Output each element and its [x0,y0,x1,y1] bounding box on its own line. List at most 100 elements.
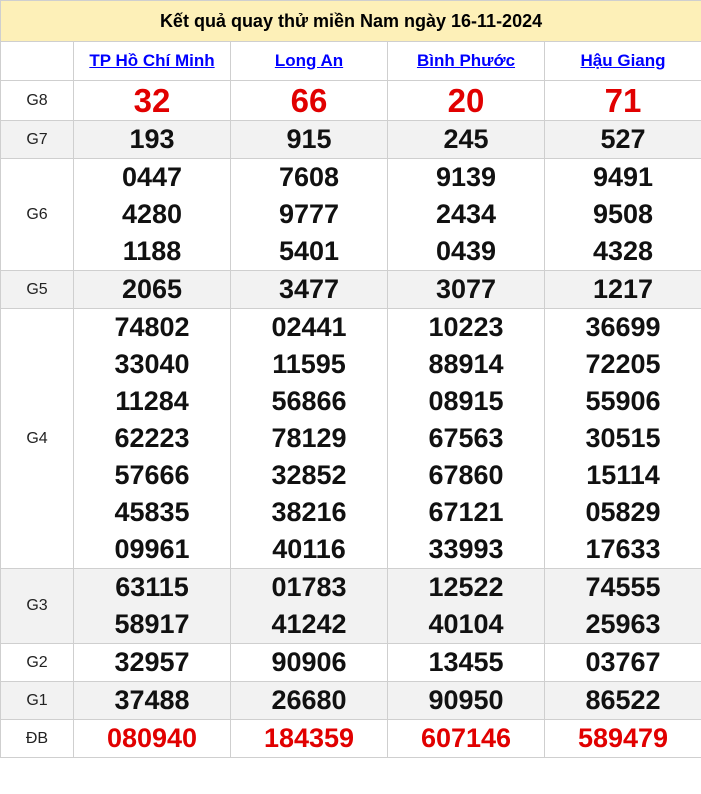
prize-cell: 607146 [387,719,545,758]
prize-number: 7608 [278,162,340,192]
prize-number: 17633 [585,534,661,564]
prize-label: G5 [0,270,74,309]
prize-cell: 32 [73,80,231,121]
prize-row-4: G4 74802 33040 11284 62223 57666 45835 09961 024… [0,308,701,569]
prize-label: G2 [0,643,74,682]
prize-cell: 02441 11595 56866 78129 32852 38216 40116 [230,308,388,569]
title-row: Kết quả quay thử miền Nam ngày 16-11-202… [0,0,701,42]
prize-row-0: G8 32 66 20 71 [0,80,701,121]
prize-label: G3 [0,568,74,644]
lottery-results-table: Kết quả quay thử miền Nam ngày 16-11-202… [0,0,701,758]
prize-label: G6 [0,158,74,271]
prize-cell: 2065 [73,270,231,309]
prize-number: 9777 [278,199,340,229]
prize-number: 03767 [585,647,661,677]
prize-cell: 0447 4280 1188 [73,158,231,271]
prize-number: 74802 [114,312,190,342]
prize-cell: 36699 72205 55906 30515 15114 05829 17633 [543,308,701,569]
prize-label: G8 [0,80,74,121]
prize-cell: 37488 [73,681,231,720]
province-header: Hậu Giang [543,41,701,81]
province-header: Bình Phước [387,41,545,81]
prize-number: 10223 [428,312,504,342]
prize-number: 1188 [122,236,182,266]
prize-number: 0447 [121,162,183,192]
prize-cell: 90950 [387,681,545,720]
prize-label: G1 [0,681,74,720]
prize-number: 0439 [435,236,497,266]
province-link-binh-phuoc[interactable]: Bình Phước [417,51,515,70]
prize-number: 55906 [585,386,661,416]
prize-row-3: G5 2065 3477 3077 1217 [0,270,701,309]
prize-cell: 66 [230,80,388,121]
province-link-tp-ho-chi-minh[interactable]: TP Hồ Chí Minh [89,51,214,70]
page-title: Kết quả quay thử miền Nam ngày 16-11-202… [0,0,701,42]
province-header: Long An [230,41,388,81]
prize-number: 915 [286,124,332,154]
prize-number: 9508 [592,199,654,229]
prize-number: 86522 [585,685,661,715]
prize-row-7: G1 37488 26680 90950 86522 [0,681,701,720]
prize-cell: 3077 [387,270,545,309]
prize-number: 25963 [585,609,661,639]
prize-number: 38216 [271,497,347,527]
corner-cell [0,41,74,81]
prize-row-2: G6 0447 4280 1188 7608 9777 5401 9139 2434 0439 94… [0,158,701,271]
prize-number: 589479 [577,723,669,753]
prize-number: 63115 [115,572,189,602]
province-header: TP Hồ Chí Minh [73,41,231,81]
prize-number: 15114 [586,460,660,490]
prize-cell: 3477 [230,270,388,309]
prize-cell: 32957 [73,643,231,682]
prize-number: 67860 [428,460,504,490]
prize-number: 11595 [272,349,346,379]
prize-row-8: ĐB 080940 184359 607146 589479 [0,719,701,758]
prize-number: 74555 [585,572,661,602]
prize-number: 607146 [420,723,512,753]
prize-number: 12522 [428,572,504,602]
prize-number: 78129 [271,423,347,453]
prize-cell: 63115 58917 [73,568,231,644]
prize-cell: 03767 [543,643,701,682]
prize-number: 32957 [114,647,190,677]
prize-number: 62223 [114,423,190,453]
prize-number: 4280 [121,199,183,229]
prize-number: 20 [447,82,485,119]
province-link-hau-giang[interactable]: Hậu Giang [581,51,666,70]
prize-number: 02441 [271,312,347,342]
prize-number: 09961 [114,534,190,564]
prize-number: 08915 [428,386,504,416]
prize-number: 9139 [435,162,497,192]
prize-number: 05829 [585,497,661,527]
prize-row-1: G7 193 915 245 527 [0,120,701,159]
prize-number: 2065 [121,274,183,304]
prize-number: 90906 [271,647,347,677]
prize-number: 67563 [428,423,504,453]
prize-number: 71 [604,82,642,119]
prize-row-6: G2 32957 90906 13455 03767 [0,643,701,682]
prize-cell: 71 [543,80,701,121]
prize-label: G7 [0,120,74,159]
prize-cell: 589479 [543,719,701,758]
prize-number: 40104 [428,609,504,639]
prize-number: 26680 [271,685,347,715]
province-link-long-an[interactable]: Long An [275,51,343,70]
prize-number: 36699 [585,312,661,342]
prize-number: 40116 [272,534,346,564]
prize-number: 72205 [585,349,661,379]
prize-number: 01783 [271,572,347,602]
prize-number: 37488 [114,685,190,715]
prize-row-5: G3 63115 58917 01783 41242 12522 40104 74555 259… [0,568,701,644]
prize-number: 3477 [278,274,340,304]
prize-cell: 193 [73,120,231,159]
prize-cell: 12522 40104 [387,568,545,644]
prize-cell: 245 [387,120,545,159]
prize-number: 9491 [592,162,654,192]
prize-cell: 527 [543,120,701,159]
prize-cell: 74555 25963 [543,568,701,644]
prize-number: 193 [129,124,175,154]
prize-number: 90950 [428,685,504,715]
prize-number: 32852 [271,460,347,490]
prize-number: 245 [443,124,489,154]
prize-cell: 01783 41242 [230,568,388,644]
